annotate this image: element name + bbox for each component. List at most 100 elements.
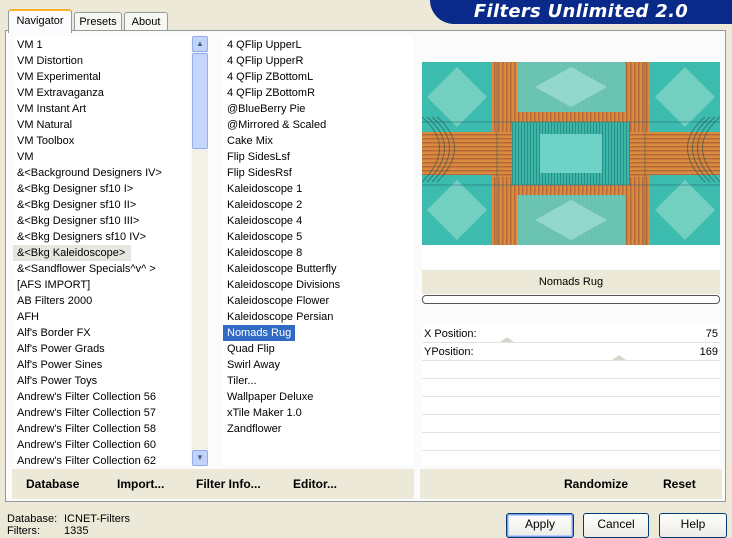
filter-list-item[interactable]: Kaleidoscope 5 bbox=[223, 229, 413, 245]
filter-list-item-label: 4 QFlip UpperL bbox=[227, 39, 302, 51]
filter-list-item-label: Kaleidoscope 4 bbox=[227, 215, 303, 227]
category-list-item[interactable]: Alf's Border FX bbox=[13, 325, 191, 341]
filter-list-item[interactable]: Nomads Rug bbox=[223, 325, 413, 341]
filter-list-item[interactable]: Wallpaper Deluxe bbox=[223, 389, 413, 405]
category-list-item[interactable]: VM Experimental bbox=[13, 69, 191, 85]
filter-list-item[interactable]: Swirl Away bbox=[223, 357, 413, 373]
filter-list-item[interactable]: Tiler... bbox=[223, 373, 413, 389]
x-slider-handle-icon[interactable] bbox=[500, 337, 514, 342]
filter-list-item[interactable]: @Mirrored & Scaled bbox=[223, 117, 413, 133]
category-list-item[interactable]: AB Filters 2000 bbox=[13, 293, 191, 309]
category-list-item-label: Andrew's Filter Collection 57 bbox=[17, 407, 157, 419]
filter-list-item[interactable]: Flip SidesRsf bbox=[223, 165, 413, 181]
help-button[interactable]: Help bbox=[659, 513, 727, 538]
category-list-item[interactable]: Andrew's Filter Collection 58 bbox=[13, 421, 191, 437]
filter-list-item[interactable]: Kaleidoscope 4 bbox=[223, 213, 413, 229]
filter-list-item[interactable]: Kaleidoscope 8 bbox=[223, 245, 413, 261]
filter-list-item[interactable]: Kaleidoscope 2 bbox=[223, 197, 413, 213]
category-list-item[interactable]: Andrew's Filter Collection 57 bbox=[13, 405, 191, 421]
category-list-item[interactable]: &<Sandflower Specials^v^ > bbox=[13, 261, 191, 277]
database-value: ICNET-Filters bbox=[64, 513, 130, 525]
randomize-button[interactable]: Randomize bbox=[564, 468, 628, 500]
x-position-slider[interactable]: X Position: 75 bbox=[422, 325, 720, 343]
category-list-item[interactable]: &<Bkg Designers sf10 IV> bbox=[13, 229, 191, 245]
category-list-item[interactable]: [AFS IMPORT] bbox=[13, 277, 191, 293]
category-list-item[interactable]: &<Bkg Designer sf10 I> bbox=[13, 181, 191, 197]
filter-list-item-label: Kaleidoscope 8 bbox=[227, 247, 303, 259]
filter-list-item-label: Wallpaper Deluxe bbox=[227, 391, 314, 403]
reset-button[interactable]: Reset bbox=[663, 468, 696, 500]
category-list-item[interactable]: Alf's Power Grads bbox=[13, 341, 191, 357]
app-title: Filters Unlimited 2.0 bbox=[473, 1, 689, 22]
category-list-item[interactable]: VM bbox=[13, 149, 191, 165]
filter-list-item-label: Swirl Away bbox=[227, 359, 280, 371]
category-list-item[interactable]: AFH bbox=[13, 309, 191, 325]
filter-list-item[interactable]: 4 QFlip ZBottomL bbox=[223, 69, 413, 85]
scroll-down-icon[interactable]: ▼ bbox=[192, 450, 208, 466]
apply-button[interactable]: Apply bbox=[506, 513, 574, 538]
cancel-button[interactable]: Cancel bbox=[583, 513, 649, 538]
category-list-item-label: [AFS IMPORT] bbox=[17, 279, 91, 291]
filter-list-item[interactable]: 4 QFlip ZBottomR bbox=[223, 85, 413, 101]
category-list-item[interactable]: Andrew's Filter Collection 62 bbox=[13, 453, 191, 466]
filter-list-item-label: @Mirrored & Scaled bbox=[227, 119, 327, 131]
tab-navigator[interactable]: Navigator bbox=[8, 9, 72, 33]
filter-list-item[interactable]: Zandflower bbox=[223, 421, 413, 437]
category-list-item[interactable]: Alf's Power Toys bbox=[13, 373, 191, 389]
category-list-item-label: Andrew's Filter Collection 56 bbox=[17, 391, 157, 403]
category-list-item[interactable]: VM Instant Art bbox=[13, 101, 191, 117]
tab-about[interactable]: About bbox=[124, 12, 168, 31]
category-list-item-label: Andrew's Filter Collection 58 bbox=[17, 423, 157, 435]
category-list-item-label: Alf's Power Toys bbox=[17, 375, 98, 387]
y-position-label: YPosition: bbox=[424, 346, 474, 358]
import-menu[interactable]: Import... bbox=[117, 468, 164, 500]
filter-list-item[interactable]: Kaleidoscope Butterfly bbox=[223, 261, 413, 277]
filter-list-item[interactable]: Kaleidoscope Persian bbox=[223, 309, 413, 325]
filter-list-item[interactable]: Quad Flip bbox=[223, 341, 413, 357]
filter-list-item[interactable]: @BlueBerry Pie bbox=[223, 101, 413, 117]
filter-list-item-label: Quad Flip bbox=[227, 343, 275, 355]
category-list-item-label: Alf's Border FX bbox=[17, 327, 91, 339]
filter-list-item[interactable]: Kaleidoscope Flower bbox=[223, 293, 413, 309]
category-list-item-label: &<Bkg Designers sf10 IV> bbox=[17, 231, 147, 243]
category-list-item-label: &<Background Designers IV> bbox=[17, 167, 162, 179]
filter-list-item[interactable]: 4 QFlip UpperR bbox=[223, 53, 413, 69]
filter-list-item[interactable]: Flip SidesLsf bbox=[223, 149, 413, 165]
category-list-item-label: AB Filters 2000 bbox=[17, 295, 93, 307]
database-menu[interactable]: Database bbox=[26, 468, 79, 500]
category-list-item-label: Alf's Power Sines bbox=[17, 359, 103, 371]
filter-list-item[interactable]: Kaleidoscope 1 bbox=[223, 181, 413, 197]
category-list-item[interactable]: &<Bkg Designer sf10 III> bbox=[13, 213, 191, 229]
category-list-item[interactable]: &<Bkg Kaleidoscope> bbox=[13, 245, 191, 261]
category-scrollbar[interactable]: ▲ ▼ bbox=[192, 36, 208, 466]
category-list-item[interactable]: &<Background Designers IV> bbox=[13, 165, 191, 181]
filter-list-item-label: Kaleidoscope 1 bbox=[227, 183, 303, 195]
category-list-item[interactable]: Andrew's Filter Collection 60 bbox=[13, 437, 191, 453]
y-position-value: 169 bbox=[699, 346, 718, 358]
category-list-item[interactable]: VM Toolbox bbox=[13, 133, 191, 149]
scroll-up-icon[interactable]: ▲ bbox=[192, 36, 208, 52]
tab-presets[interactable]: Presets bbox=[74, 12, 122, 31]
filter-info-menu[interactable]: Filter Info... bbox=[196, 468, 261, 500]
filter-list-item-label: Kaleidoscope Flower bbox=[227, 295, 330, 307]
right-menu-bar: Randomize Reset bbox=[420, 469, 722, 499]
category-list-item[interactable]: VM Natural bbox=[13, 117, 191, 133]
category-list[interactable]: VM 1 VM Distortion VM Experimental VM Extra… bbox=[13, 36, 191, 466]
filter-list-item[interactable]: Kaleidoscope Divisions bbox=[223, 277, 413, 293]
category-list-item[interactable]: &<Bkg Designer sf10 II> bbox=[13, 197, 191, 213]
filter-list-item[interactable]: Cake Mix bbox=[223, 133, 413, 149]
category-list-item[interactable]: VM 1 bbox=[13, 37, 191, 53]
editor-menu[interactable]: Editor... bbox=[293, 468, 337, 500]
category-list-item[interactable]: Alf's Power Sines bbox=[13, 357, 191, 373]
category-list-item-label: AFH bbox=[17, 311, 39, 323]
category-list-item[interactable]: VM Distortion bbox=[13, 53, 191, 69]
filter-list-item[interactable]: 4 QFlip UpperL bbox=[223, 37, 413, 53]
category-list-item[interactable]: Andrew's Filter Collection 56 bbox=[13, 389, 191, 405]
y-position-slider[interactable]: YPosition: 169 bbox=[422, 343, 720, 361]
y-slider-handle-icon[interactable] bbox=[612, 355, 626, 360]
filter-list[interactable]: 4 QFlip UpperL 4 QFlip UpperR 4 QFlip ZBot… bbox=[223, 36, 413, 466]
category-list-item[interactable]: VM Extravaganza bbox=[13, 85, 191, 101]
filter-list-item[interactable]: xTile Maker 1.0 bbox=[223, 405, 413, 421]
scroll-thumb[interactable] bbox=[192, 53, 208, 149]
category-list-item-label: &<Bkg Kaleidoscope> bbox=[13, 245, 132, 261]
